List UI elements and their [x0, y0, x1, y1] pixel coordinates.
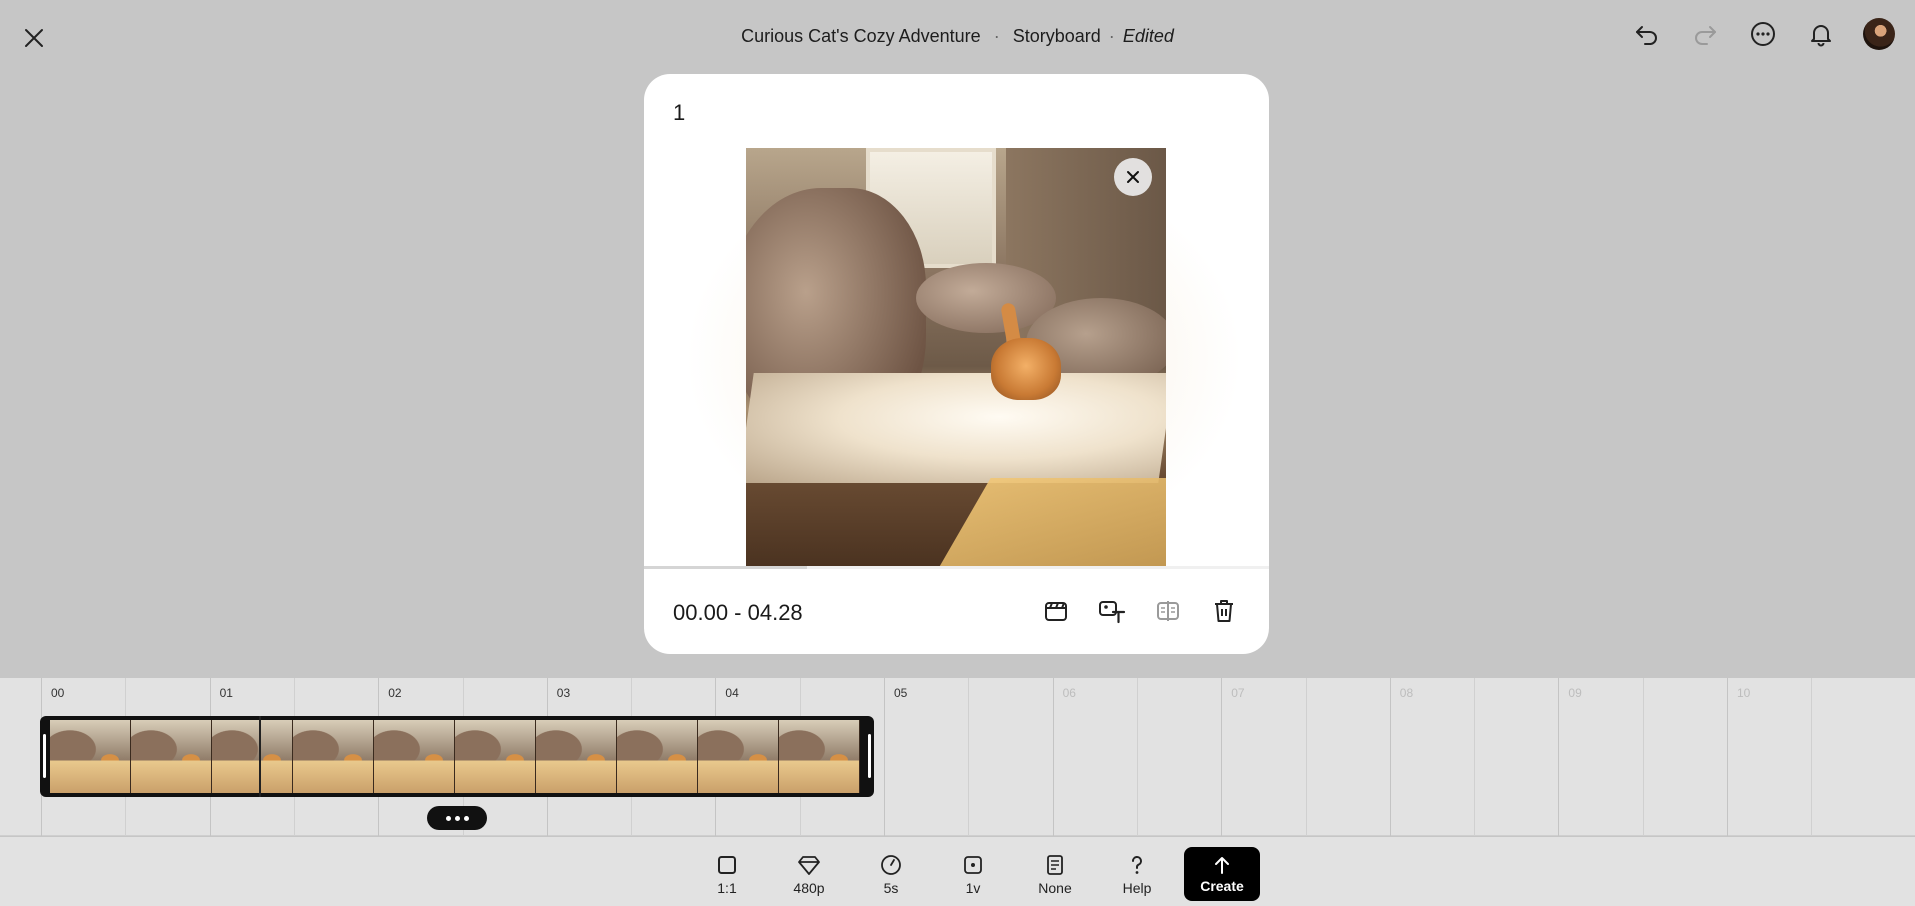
bell-icon[interactable]: [1805, 18, 1837, 50]
timeline-tick-label: 04: [725, 686, 739, 700]
variations-label: 1v: [965, 880, 981, 896]
timeline-major-tick: [1727, 678, 1728, 836]
variations-button[interactable]: 1v: [932, 847, 1014, 903]
edit-status: Edited: [1122, 26, 1174, 46]
trash-icon[interactable]: [1207, 594, 1241, 628]
clapperboard-icon[interactable]: [1039, 594, 1073, 628]
timeline-major-tick: [1221, 678, 1223, 836]
timeline-minor-tick: [968, 678, 970, 836]
clip-frame-thumbnail: [698, 720, 779, 793]
clip-frame-thumbnail: [374, 720, 455, 793]
undo-icon[interactable]: [1631, 18, 1663, 50]
clip-more-button[interactable]: [427, 806, 487, 830]
scene-time-range: 00.00 - 04.28: [673, 600, 803, 625]
title-separator: ·: [993, 26, 1000, 46]
scene-progress-track: [644, 566, 1269, 569]
playhead[interactable]: [259, 716, 261, 797]
clip-frame-thumbnail: [293, 720, 374, 793]
timeline-tick-label: 05: [894, 686, 908, 700]
view-name: Storyboard: [1012, 26, 1101, 46]
clip-frame-thumbnail: [779, 720, 860, 793]
clip-frame-thumbnail: [536, 720, 617, 793]
help-button[interactable]: Help: [1096, 847, 1178, 903]
scene-progress-fill: [644, 566, 807, 569]
more-options-icon[interactable]: [1747, 18, 1779, 50]
clip-end-handle[interactable]: [868, 734, 871, 778]
timeline-major-tick: [1052, 678, 1054, 836]
timeline-tick-label: 09: [1568, 686, 1582, 700]
scene-index: 1: [673, 100, 686, 125]
create-label: Create: [1200, 877, 1244, 894]
arrow-up-icon: [1215, 856, 1229, 874]
timeline-minor-tick: [1642, 678, 1644, 836]
style-preset-icon: [1047, 855, 1063, 875]
duration-label: 5s: [883, 880, 899, 896]
image-text-icon[interactable]: [1095, 594, 1129, 628]
timeline-tick-label: 02: [388, 686, 402, 700]
clip-frame-thumbnail: [131, 720, 212, 793]
style-preset-label: None: [1038, 880, 1072, 896]
timeline-minor-tick: [1811, 678, 1813, 836]
timeline-tick-label: 03: [556, 686, 571, 700]
diamond-quality-icon: [798, 856, 820, 875]
bottom-toolbar: 1:1 480p 5s 1v None Help Create: [0, 837, 1915, 906]
scene-image-frame: [644, 148, 1269, 568]
timeline-clip[interactable]: [40, 716, 874, 797]
timeline-major-tick: [884, 678, 885, 836]
title-separator-2: ·: [1108, 26, 1115, 46]
generation-settings: 1:1 480p 5s 1v None Help Create: [686, 847, 1260, 903]
help-icon: [1132, 856, 1142, 874]
timeline-minor-tick: [1136, 678, 1138, 836]
aspect-ratio-button[interactable]: 1:1: [686, 847, 768, 903]
clip-start-handle[interactable]: [43, 734, 46, 778]
clip-frame-thumbnail: [50, 720, 131, 793]
timeline-tick-label: 06: [1062, 686, 1076, 700]
clip-frame-thumbnail: [617, 720, 698, 793]
clip-frames: [50, 720, 864, 793]
scene-card: 1 00.00 - 04.28: [644, 74, 1269, 654]
timeline-tick-label: 07: [1231, 686, 1245, 700]
timeline-major-tick: [1389, 678, 1391, 836]
variations-icon: [964, 856, 982, 874]
remove-image-button[interactable]: [1114, 158, 1152, 196]
scene-image[interactable]: [746, 148, 1166, 568]
project-title[interactable]: Curious Cat's Cozy Adventure: [741, 26, 981, 46]
timeline-tick-label: 00: [51, 686, 65, 700]
timeline-tick-label: 01: [219, 686, 233, 700]
clip-frame-thumbnail: [455, 720, 536, 793]
scene-actions: [1039, 594, 1241, 628]
redo-icon[interactable]: [1689, 18, 1721, 50]
top-bar: Curious Cat's Cozy Adventure · Storyboar…: [0, 0, 1915, 74]
compare-icon[interactable]: [1151, 594, 1185, 628]
style-preset-button[interactable]: None: [1014, 847, 1096, 903]
page-title: Curious Cat's Cozy Adventure · Storyboar…: [0, 26, 1915, 47]
timer-icon: [881, 855, 901, 875]
help-label: Help: [1122, 880, 1152, 896]
timeline-minor-tick: [1305, 678, 1307, 836]
duration-button[interactable]: 5s: [850, 847, 932, 903]
timeline-tick-label: 08: [1399, 686, 1414, 700]
close-icon: [1127, 171, 1139, 183]
timeline-minor-tick: [1474, 678, 1476, 836]
top-actions: [1631, 18, 1895, 50]
timeline-major-tick: [1558, 678, 1560, 836]
avatar[interactable]: [1863, 18, 1895, 50]
aspect-ratio-label: 1:1: [717, 880, 737, 896]
timeline[interactable]: 00 01 02 03 04 05 06 07 08 09 10: [0, 678, 1915, 836]
aspect-ratio-icon: [718, 856, 736, 874]
quality-button[interactable]: 480p: [768, 847, 850, 903]
timeline-tick-label: 10: [1737, 686, 1751, 700]
clip-frame-thumbnail: [212, 720, 293, 793]
quality-label: 480p: [793, 880, 825, 896]
create-button[interactable]: Create: [1184, 847, 1260, 901]
